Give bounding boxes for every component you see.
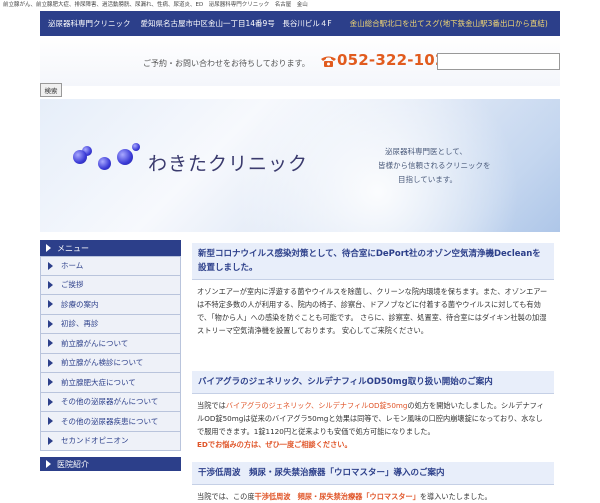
sidebar-item-label: その他の泌尿器がんについて — [61, 397, 159, 407]
news-title-uromaster: 干渉低周波 頻尿・尿失禁治療器「ウロマスター」導入のご案内 — [192, 462, 554, 485]
header-clinic-label: 泌尿器科専門クリニック — [48, 19, 131, 28]
phone-icon — [321, 56, 336, 67]
logo-dot-icon — [132, 143, 140, 151]
sidebar-item-label: ご挨拶 — [61, 280, 84, 290]
arrow-right-icon — [48, 436, 53, 445]
banner-tagline-1: 泌尿器科専門医として、 — [385, 147, 467, 156]
hero-banner: わきたクリニック 泌尿器科専門医として、 皆様から信頼されるクリニックを 目指し… — [40, 99, 560, 232]
highlight-text: EDでお悩みの方は、ぜひ一度ご相談ください。 — [197, 440, 352, 449]
header-bar: 泌尿器科専門クリニック 愛知県名古屋市中区金山一丁目14番9号 長谷川ビル４F … — [40, 11, 560, 36]
sidebar-item-label: ホーム — [61, 261, 84, 271]
sidebar-item-label: セカンドオピニオン — [61, 436, 129, 446]
sidebar-item-label: 診療の案内 — [61, 299, 99, 309]
sidebar-item-label: その他の泌尿器疾患について — [61, 416, 159, 426]
news-body-ozone: オゾンエアーが室内に浮遊する菌やウイルスを除菌し、クリーンな院内環境を保ちます。… — [197, 287, 548, 335]
body-text: 当院では、この度 — [197, 492, 255, 501]
logo-dot-icon — [117, 149, 133, 165]
arrow-right-icon — [48, 397, 53, 406]
sidebar-item-label: 前立腺がん検診について — [61, 358, 144, 368]
arrow-right-icon — [48, 261, 53, 270]
menu-heading-label: メニュー — [57, 243, 89, 253]
arrow-right-icon — [48, 319, 53, 328]
sidebar-item-prostate-cancer[interactable]: 前立腺がんについて — [40, 334, 181, 354]
header-address: 愛知県名古屋市中区金山一丁目14番9号 長谷川ビル４F — [140, 19, 332, 28]
top-keywords: 前立腺がん、前立腺肥大症、排尿障害、過活動膀胱、尿漏れ、性病、尿道炎、ED 泌尿… — [0, 0, 600, 11]
search-input[interactable] — [437, 53, 560, 70]
arrow-right-icon — [48, 417, 53, 426]
news-title-sildenafil: バイアグラのジェネリック、シルデナフィルOD50mg取り扱い開始のご案内 — [192, 371, 554, 394]
body-text: を導入いたしました。 — [419, 492, 492, 501]
triangle-icon — [46, 460, 51, 468]
news-title-ozone: 新型コロナウイルス感染対策として、待合室にDePort社のオゾン空気清浄機Dec… — [192, 243, 554, 280]
contact-bar: ご予約・お問い合わせをお待ちしております。 052-322-1022 — [40, 36, 560, 86]
search-button[interactable]: 検索 — [40, 83, 62, 97]
arrow-right-icon — [48, 339, 53, 348]
arrow-right-icon — [48, 378, 53, 387]
news-body-sildenafil: 当院ではバイアグラのジェネリック、シルデナフィルOD錠50mgの処方を開始いたし… — [192, 394, 554, 458]
arrow-right-icon — [48, 300, 53, 309]
news-body-uromaster: 当院では、この度干渉低周波 頻尿・尿失禁治療器「ウロマスター」を導入いたしました… — [192, 485, 554, 503]
sidebar-item-label: 前立腺がんについて — [61, 338, 129, 348]
sidebar-item-other-cancers[interactable]: その他の泌尿器がんについて — [40, 392, 181, 412]
contact-message: ご予約・お問い合わせをお待ちしております。 — [143, 59, 310, 68]
arrow-right-icon — [48, 358, 53, 367]
arrow-right-icon — [48, 280, 53, 289]
sidebar-item-bph[interactable]: 前立腺肥大症について — [40, 373, 181, 393]
header-station: 金山総合駅北口を出てスグ(地下鉄金山駅3番出口から直結) — [349, 19, 548, 28]
body-text: 当院では — [197, 401, 226, 410]
sidebar: メニュー ホーム ご挨拶 診療の案内 初診、再診 前立腺がんについて 前立腺がん… — [40, 240, 181, 471]
logo-dot-icon — [73, 150, 87, 164]
highlight-text: 干渉低周波 頻尿・尿失禁治療器「ウロマスター」 — [254, 492, 420, 501]
sidebar-item-label: 初診、再診 — [61, 319, 99, 329]
intro-heading-label: 医院紹介 — [57, 459, 89, 469]
sidebar-item-consultation-guide[interactable]: 診療の案内 — [40, 295, 181, 315]
main-content: 新型コロナウイルス感染対策として、待合室にDePort社のオゾン空気清浄機Dec… — [192, 243, 554, 503]
sidebar-item-second-opinion[interactable]: セカンドオピニオン — [40, 431, 181, 451]
logo-dot-icon — [98, 157, 111, 170]
sidebar-item-greeting[interactable]: ご挨拶 — [40, 275, 181, 295]
sidebar-item-other-diseases[interactable]: その他の泌尿器疾患について — [40, 412, 181, 432]
banner-tagline-3: 目指しています。 — [398, 175, 458, 184]
menu-heading: メニュー — [40, 240, 181, 256]
highlight-text: バイアグラのジェネリック、シルデナフィルOD錠50mg — [225, 401, 408, 410]
intro-heading: 医院紹介 — [40, 457, 181, 471]
banner-tagline-2: 皆様から信頼されるクリニックを — [378, 161, 491, 170]
clinic-logo-title: わきたクリニック — [148, 153, 309, 175]
sidebar-item-home[interactable]: ホーム — [40, 256, 181, 276]
sidebar-item-label: 前立腺肥大症について — [61, 377, 136, 387]
sidebar-item-prostate-screening[interactable]: 前立腺がん検診について — [40, 353, 181, 373]
triangle-icon — [46, 244, 51, 252]
sidebar-item-first-visit[interactable]: 初診、再診 — [40, 314, 181, 334]
